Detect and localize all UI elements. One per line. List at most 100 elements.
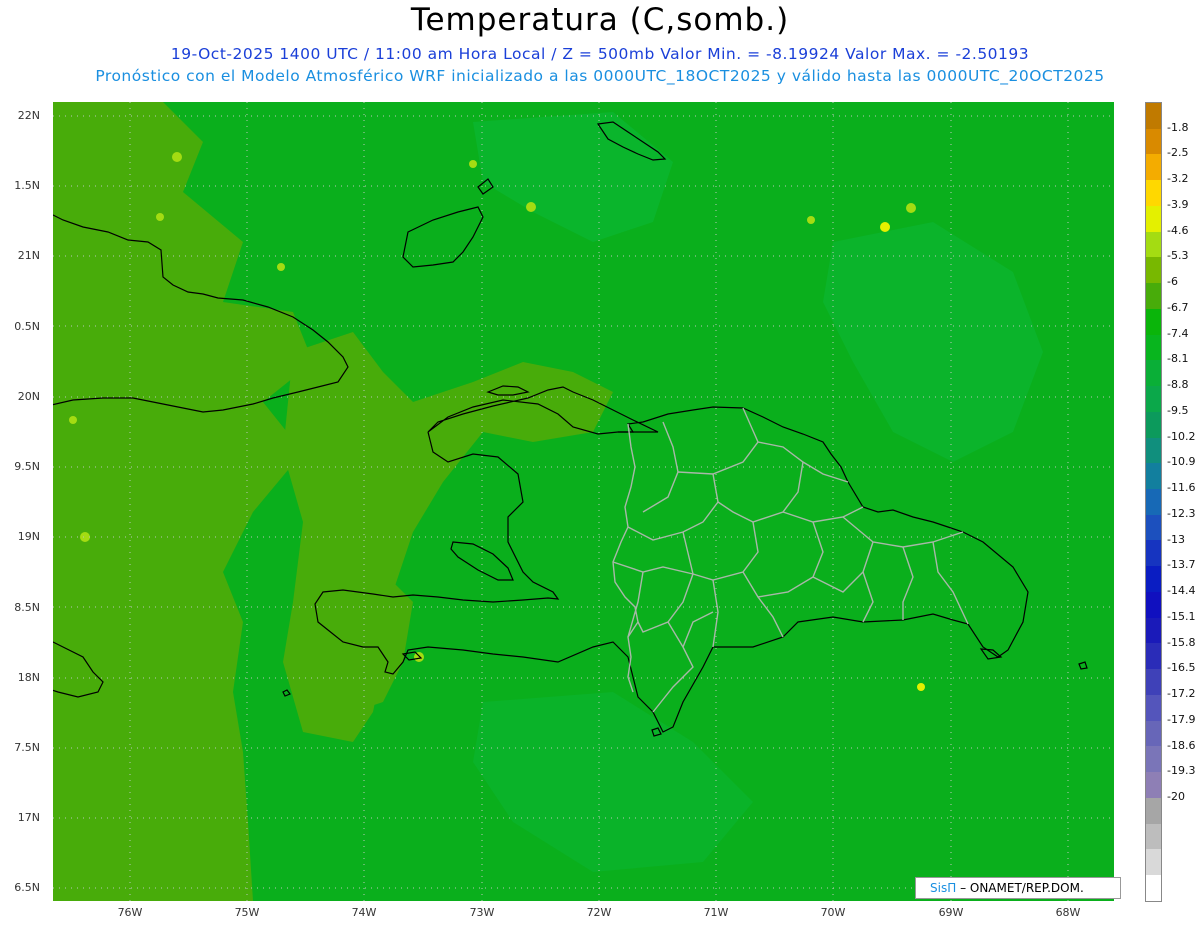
y-tick-label: 22N — [17, 109, 40, 122]
y-tick-label: 0.5N — [14, 320, 40, 333]
color-scale-segment — [1146, 231, 1161, 258]
y-tick-label: 17N — [17, 811, 40, 824]
warm-spot — [880, 222, 890, 232]
color-scale-label: -6 — [1167, 275, 1178, 289]
y-tick-label: 19N — [17, 530, 40, 543]
color-scale-segment — [1146, 334, 1161, 361]
color-scale-label: -1.8 — [1167, 120, 1189, 134]
color-scale-label: -17.2 — [1167, 687, 1196, 701]
x-tick-label: 76W — [117, 906, 143, 919]
color-scale-label: -15.1 — [1167, 609, 1196, 623]
color-scale-label: -10.2 — [1167, 429, 1196, 443]
warm-spot — [807, 216, 815, 224]
y-tick-label: 21N — [17, 249, 40, 262]
color-scale-label: -5.3 — [1167, 249, 1189, 263]
color-scale-label: -19.3 — [1167, 764, 1196, 778]
color-scale-segment — [1146, 823, 1161, 850]
color-scale-label: -14.4 — [1167, 584, 1196, 598]
map-title: Temperatura (C,somb.) — [410, 2, 790, 38]
color-scale-segment — [1146, 489, 1161, 515]
map-canvas — [53, 102, 1114, 901]
y-tick-label: 6.5N — [14, 881, 40, 894]
onamet-credit: – ONAMET/REP.DOM. — [960, 881, 1084, 895]
x-tick-label: 75W — [234, 906, 260, 919]
color-scale-segment — [1146, 669, 1161, 695]
y-tick-label: 7.5N — [14, 741, 40, 754]
color-scale-label: -20 — [1167, 790, 1185, 804]
warm-spot — [917, 683, 925, 691]
x-tick-label: 74W — [351, 906, 377, 919]
color-scale-segment — [1146, 386, 1161, 412]
color-scale-segment — [1146, 746, 1161, 773]
color-scale-segment — [1146, 437, 1161, 464]
color-scale-segment — [1146, 463, 1161, 490]
color-scale-segment — [1146, 283, 1161, 309]
x-tick-label: 69W — [938, 906, 964, 919]
color-scale-segment — [1146, 797, 1161, 824]
color-scale-segment — [1146, 514, 1161, 541]
warm-spot — [80, 532, 90, 542]
color-scale-label: -3.9 — [1167, 197, 1189, 211]
warm-spot — [414, 652, 424, 662]
color-scale-label: -11.6 — [1167, 481, 1196, 495]
y-tick-label: 9.5N — [14, 460, 40, 473]
y-tick-label: 1.5N — [14, 179, 40, 192]
color-scale-segment — [1146, 875, 1161, 901]
color-scale-segment — [1146, 694, 1161, 721]
warm-spot — [906, 203, 916, 213]
color-scale-label: -7.4 — [1167, 326, 1189, 340]
color-scale-label: -6.7 — [1167, 300, 1189, 314]
color-scale-segment — [1146, 566, 1161, 592]
temperature-map — [53, 102, 1114, 901]
color-scale-segment — [1146, 128, 1161, 155]
color-scale-label: -9.5 — [1167, 403, 1189, 417]
color-scale-bar — [1145, 102, 1162, 902]
color-scale-segment — [1146, 720, 1161, 747]
color-scale-segment — [1146, 617, 1161, 644]
color-scale-label: -4.6 — [1167, 223, 1189, 237]
color-scale-label: -17.9 — [1167, 712, 1196, 726]
color-scale-label: -8.1 — [1167, 352, 1189, 366]
x-tick-label: 70W — [820, 906, 846, 919]
color-scale-segment — [1146, 591, 1161, 618]
warm-spot — [526, 202, 536, 212]
x-tick-label: 73W — [469, 906, 495, 919]
color-scale-segment — [1146, 308, 1161, 335]
x-tick-label: 71W — [703, 906, 729, 919]
x-tick-label: 68W — [1055, 906, 1081, 919]
color-scale-label: -10.9 — [1167, 455, 1196, 469]
color-scale-segment — [1146, 205, 1161, 232]
color-scale-label: -13 — [1167, 532, 1185, 546]
color-scale-label: -13.7 — [1167, 558, 1196, 572]
color-scale-label: -2.5 — [1167, 146, 1189, 160]
forecast-valid-time-subtitle: 19-Oct-2025 1400 UTC / 11:00 am Hora Loc… — [170, 45, 1030, 63]
color-scale-segment — [1146, 257, 1161, 284]
color-scale-segment — [1146, 540, 1161, 567]
color-scale-segment — [1146, 411, 1161, 438]
color-scale-label: -8.8 — [1167, 378, 1189, 392]
color-scale-segment — [1146, 360, 1161, 387]
color-scale-segment — [1146, 772, 1161, 798]
y-tick-label: 18N — [17, 671, 40, 684]
model-run-subtitle: Pronóstico con el Modelo Atmosférico WRF… — [95, 67, 1105, 85]
color-scale-segment — [1146, 154, 1161, 181]
warm-spot — [156, 213, 164, 221]
color-scale-label: -15.8 — [1167, 635, 1196, 649]
color-scale-segment — [1146, 643, 1161, 670]
color-scale-label: -12.3 — [1167, 506, 1196, 520]
credit-box: SisΠ – ONAMET/REP.DOM. — [915, 877, 1121, 899]
color-scale-label: -18.6 — [1167, 738, 1196, 752]
color-scale-label: -16.5 — [1167, 661, 1196, 675]
warm-spot — [469, 160, 477, 168]
color-scale-label: -3.2 — [1167, 172, 1189, 186]
color-scale-segment — [1146, 849, 1161, 876]
color-scale-segment — [1146, 180, 1161, 206]
warm-spot — [172, 152, 182, 162]
x-tick-label: 72W — [586, 906, 612, 919]
sispi-logo-text: SisΠ — [930, 881, 957, 895]
warm-spot — [69, 416, 77, 424]
warm-spot — [277, 263, 285, 271]
color-scale-segment — [1146, 103, 1161, 129]
y-tick-label: 20N — [17, 390, 40, 403]
y-tick-label: 8.5N — [14, 601, 40, 614]
